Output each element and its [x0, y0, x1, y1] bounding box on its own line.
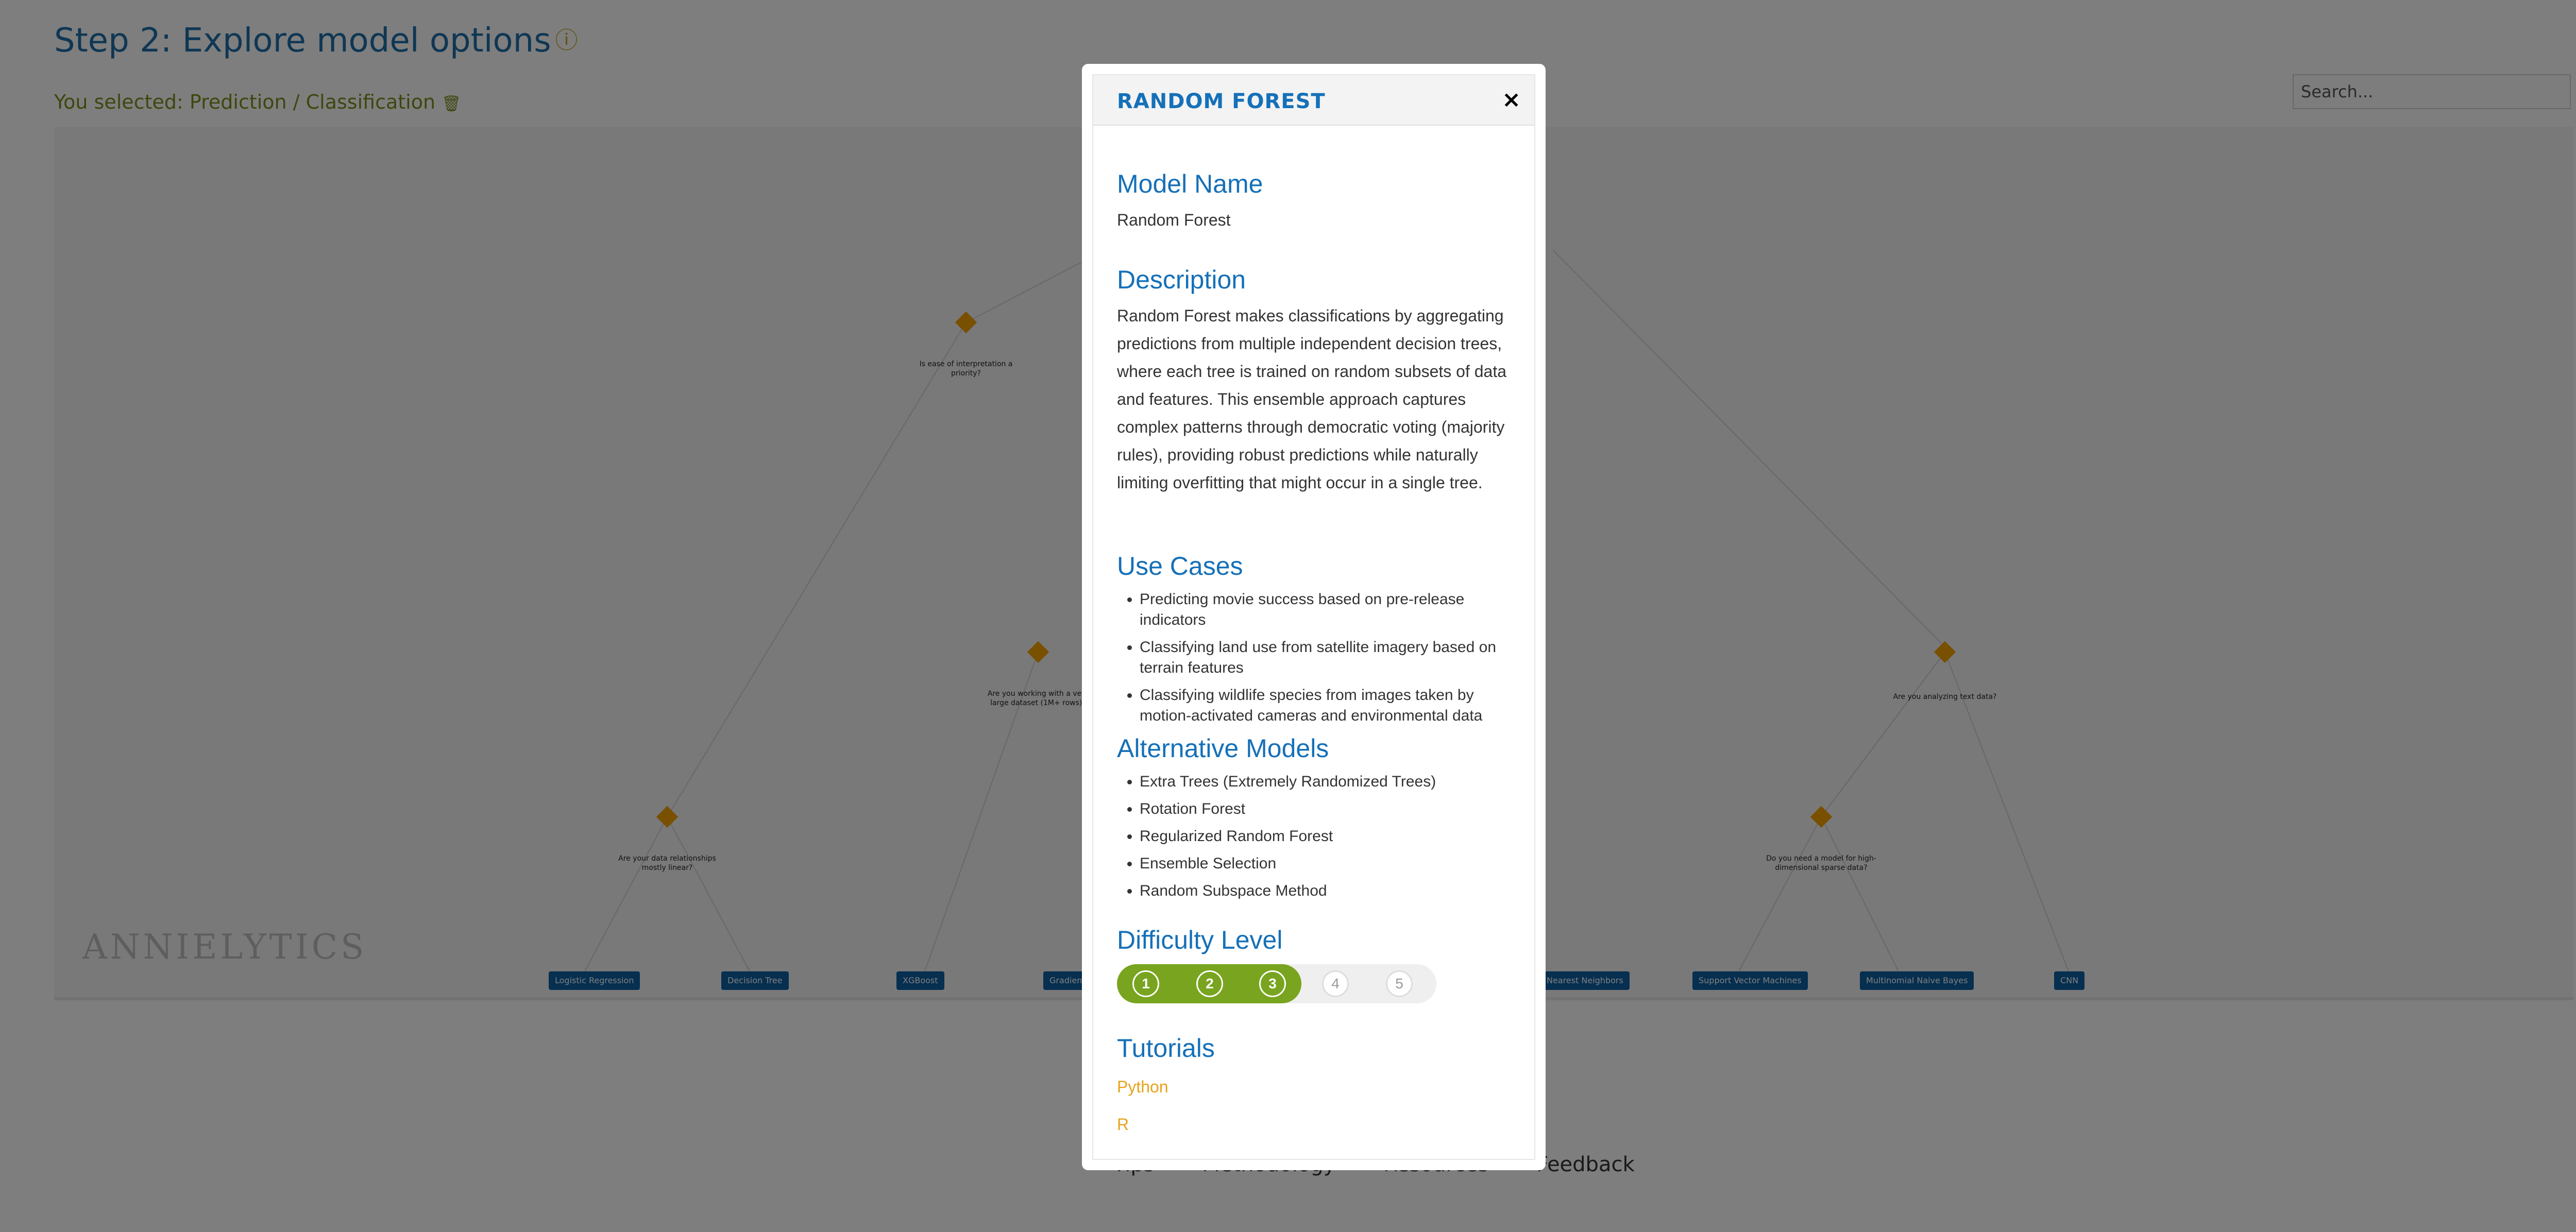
list-item: Random Subspace Method [1140, 881, 1529, 901]
tutorials-heading: Tutorials [1117, 1034, 1215, 1063]
alternatives-section: Alternative Models Extra Trees (Extremel… [1117, 733, 1529, 908]
difficulty-meter: 1 2 3 4 5 [1117, 964, 1436, 1003]
difficulty-section: Difficulty Level 1 2 3 4 5 [1117, 925, 1436, 1003]
use-cases-section: Use Cases Predicting movie success based… [1117, 551, 1529, 733]
model-name-value: Random Forest [1117, 211, 1231, 229]
model-name-section: Model Name Random Forest [1117, 169, 1263, 234]
modal-content: RANDOM FOREST × Model Name Random Forest… [1092, 74, 1535, 1160]
modal-title: RANDOM FOREST [1117, 90, 1326, 113]
list-item: Extra Trees (Extremely Randomized Trees) [1140, 772, 1529, 792]
difficulty-level-dot: 1 [1132, 970, 1159, 997]
difficulty-level-dot: 4 [1322, 970, 1349, 997]
modal-header: RANDOM FOREST × [1093, 75, 1534, 126]
list-item: Rotation Forest [1140, 799, 1529, 819]
use-cases-list: Predicting movie success based on pre-re… [1117, 589, 1529, 726]
difficulty-level-dot: 3 [1259, 970, 1286, 997]
description-text: Random Forest makes classifications by a… [1117, 306, 1506, 492]
model-detail-modal: RANDOM FOREST × Model Name Random Forest… [1082, 64, 1546, 1170]
description-heading: Description [1117, 265, 1246, 294]
tutorial-link-r[interactable]: R [1117, 1115, 1215, 1134]
list-item: Regularized Random Forest [1140, 826, 1529, 847]
list-item: Classifying wildlife species from images… [1140, 685, 1529, 726]
difficulty-heading: Difficulty Level [1117, 926, 1283, 954]
tutorial-link-python[interactable]: Python [1117, 1077, 1215, 1097]
list-item: Classifying land use from satellite imag… [1140, 637, 1529, 678]
description-section: Description Random Forest makes classifi… [1117, 265, 1519, 497]
list-item: Ensemble Selection [1140, 853, 1529, 874]
alternatives-heading: Alternative Models [1117, 734, 1329, 763]
use-cases-heading: Use Cases [1117, 552, 1243, 580]
tutorials-section: Tutorials Python R [1117, 1033, 1215, 1153]
tutorial-links: Python R [1117, 1077, 1215, 1134]
list-item: Predicting movie success based on pre-re… [1140, 589, 1529, 630]
model-name-heading: Model Name [1117, 169, 1263, 198]
alternatives-list: Extra Trees (Extremely Randomized Trees)… [1117, 772, 1529, 901]
close-button[interactable]: × [1502, 87, 1521, 113]
difficulty-level-dot: 2 [1196, 970, 1223, 997]
difficulty-level-dot: 5 [1386, 970, 1413, 997]
